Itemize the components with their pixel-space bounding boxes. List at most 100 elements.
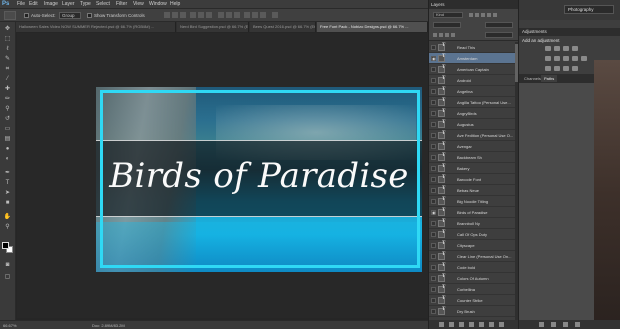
crop-tool-icon[interactable]: ⌗ xyxy=(3,66,12,73)
distribute-top-icon[interactable] xyxy=(218,12,224,18)
filter-pixel-icon[interactable] xyxy=(469,13,473,17)
exposure-icon[interactable] xyxy=(572,46,578,51)
healing-brush-tool-icon[interactable]: ✚ xyxy=(3,86,12,93)
visibility-eye-icon[interactable] xyxy=(431,309,436,314)
menu-select[interactable]: Select xyxy=(96,1,110,8)
visibility-eye-icon[interactable] xyxy=(431,232,436,237)
document-canvas-area[interactable]: Birds of Paradise xyxy=(17,33,428,318)
shape-tool-icon[interactable]: ■ xyxy=(3,200,12,207)
move-tool-preset[interactable] xyxy=(4,11,16,20)
zoom-level[interactable]: 66.67% xyxy=(3,322,17,329)
show-transform-checkbox[interactable] xyxy=(87,13,92,18)
move-tool-icon[interactable]: ✥ xyxy=(3,26,12,33)
distribute-left-icon[interactable] xyxy=(244,12,250,18)
quick-mask-icon[interactable]: ◙ xyxy=(3,262,12,269)
visibility-eye-icon[interactable] xyxy=(431,89,436,94)
layer-row[interactable]: T Angilla Tattoo (Personal Use... xyxy=(429,97,519,108)
menu-edit[interactable]: Edit xyxy=(29,1,38,8)
zoom-tool-icon[interactable]: ⚲ xyxy=(3,224,12,231)
pen-tool-icon[interactable]: ✒ xyxy=(3,170,12,177)
layer-row[interactable]: T Corbellina xyxy=(429,284,519,295)
doc-tab[interactable]: Nerd Bird Suggestion.psd @ 66.7% (Effect… xyxy=(177,22,249,32)
opacity-field[interactable] xyxy=(485,22,513,28)
invert-icon[interactable] xyxy=(545,66,551,71)
clone-stamp-tool-icon[interactable]: ⚲ xyxy=(3,106,12,113)
group-icon[interactable] xyxy=(479,322,484,327)
layer-row[interactable]: T Counter Strike xyxy=(429,295,519,306)
auto-align-icon[interactable] xyxy=(272,12,278,18)
layer-row[interactable]: T Backbeam Sh xyxy=(429,152,519,163)
align-top-icon[interactable] xyxy=(164,12,170,18)
visibility-eye-icon[interactable] xyxy=(431,133,436,138)
visibility-eye-icon[interactable] xyxy=(431,111,436,116)
load-selection-icon[interactable] xyxy=(539,322,544,327)
align-middle-icon[interactable] xyxy=(172,12,178,18)
layers-tab[interactable]: Layers xyxy=(431,1,445,8)
doc-tab-active[interactable]: Free Font Pack - Nobizo Designs.psd @ 66… xyxy=(317,22,428,32)
artwork-image[interactable]: Birds of Paradise xyxy=(96,87,422,272)
delete-channel-icon[interactable] xyxy=(575,322,580,327)
layer-row[interactable]: T Ave Fedition (Personal Use O... xyxy=(429,130,519,141)
layer-style-icon[interactable] xyxy=(449,322,454,327)
visibility-eye-icon[interactable] xyxy=(431,100,436,105)
layer-row[interactable]: T Cityscape xyxy=(429,240,519,251)
dodge-tool-icon[interactable]: ◐ xyxy=(3,156,12,163)
lock-position-icon[interactable] xyxy=(445,33,449,37)
new-channel-icon[interactable] xyxy=(563,322,568,327)
fill-field[interactable] xyxy=(485,32,513,38)
layer-row[interactable]: T Call Of Ops Duty xyxy=(429,229,519,240)
lasso-tool-icon[interactable]: ℓ xyxy=(3,46,12,53)
layer-row[interactable]: T Bakery xyxy=(429,163,519,174)
layer-row[interactable]: T Bebas Neue xyxy=(429,185,519,196)
adjustments-tab[interactable]: Adjustments xyxy=(522,29,547,35)
layer-mask-icon[interactable] xyxy=(459,322,464,327)
type-tool-icon[interactable]: T xyxy=(3,180,12,187)
menu-window[interactable]: Window xyxy=(149,1,167,8)
align-bottom-icon[interactable] xyxy=(180,12,186,18)
gradient-map-icon[interactable] xyxy=(572,66,578,71)
menu-file[interactable]: File xyxy=(17,1,25,8)
gradient-tool-icon[interactable]: ▤ xyxy=(3,136,12,143)
auto-select-dropdown[interactable]: Group xyxy=(59,12,81,19)
history-brush-tool-icon[interactable]: ↺ xyxy=(3,116,12,123)
menu-help[interactable]: Help xyxy=(170,1,180,8)
layer-row[interactable]: T American Captain xyxy=(429,64,519,75)
menu-view[interactable]: View xyxy=(133,1,144,8)
layer-row[interactable]: T Augustus xyxy=(429,119,519,130)
layer-row[interactable]: T Android xyxy=(429,75,519,86)
path-select-tool-icon[interactable]: ➤ xyxy=(3,190,12,197)
layer-row[interactable]: T Avengar xyxy=(429,141,519,152)
filter-shape-icon[interactable] xyxy=(487,13,491,17)
visibility-eye-icon[interactable] xyxy=(431,166,436,171)
menu-filter[interactable]: Filter xyxy=(116,1,127,8)
menu-layer[interactable]: Layer xyxy=(62,1,75,8)
hand-tool-icon[interactable]: ✋ xyxy=(3,214,12,221)
visibility-eye-icon[interactable]: ◉ xyxy=(431,210,436,215)
brush-tool-icon[interactable]: ✏ xyxy=(3,96,12,103)
visibility-eye-icon[interactable] xyxy=(431,276,436,281)
lock-transparent-icon[interactable] xyxy=(433,33,437,37)
auto-select-checkbox[interactable] xyxy=(24,13,29,18)
visibility-eye-icon[interactable] xyxy=(431,243,436,248)
filter-smart-icon[interactable] xyxy=(493,13,497,17)
curves-icon[interactable] xyxy=(563,46,569,51)
visibility-eye-icon[interactable] xyxy=(431,265,436,270)
doc-tab[interactable]: Bees Quest 2016.psd @ 66.7% (Effect(s) L… xyxy=(250,22,316,32)
quick-select-tool-icon[interactable]: ✎ xyxy=(3,56,12,63)
menu-image[interactable]: Image xyxy=(44,1,58,8)
eraser-tool-icon[interactable]: ▭ xyxy=(3,126,12,133)
visibility-eye-icon[interactable] xyxy=(431,78,436,83)
visibility-eye-icon[interactable] xyxy=(431,144,436,149)
vibrance-icon[interactable] xyxy=(545,56,551,61)
layer-row[interactable]: T Read This xyxy=(429,42,519,53)
paths-tab[interactable]: Paths xyxy=(541,75,558,82)
visibility-eye-icon[interactable] xyxy=(431,254,436,259)
layer-row[interactable]: T Dry Brush xyxy=(429,306,519,317)
photo-filter-icon[interactable] xyxy=(581,56,587,61)
blend-mode-dropdown[interactable] xyxy=(433,22,461,28)
threshold-icon[interactable] xyxy=(563,66,569,71)
visibility-eye-icon[interactable]: ◉ xyxy=(431,56,436,61)
distribute-center-icon[interactable] xyxy=(252,12,258,18)
posterize-icon[interactable] xyxy=(554,66,560,71)
layer-row[interactable]: ◉ T Birds of Paradise xyxy=(429,207,519,218)
